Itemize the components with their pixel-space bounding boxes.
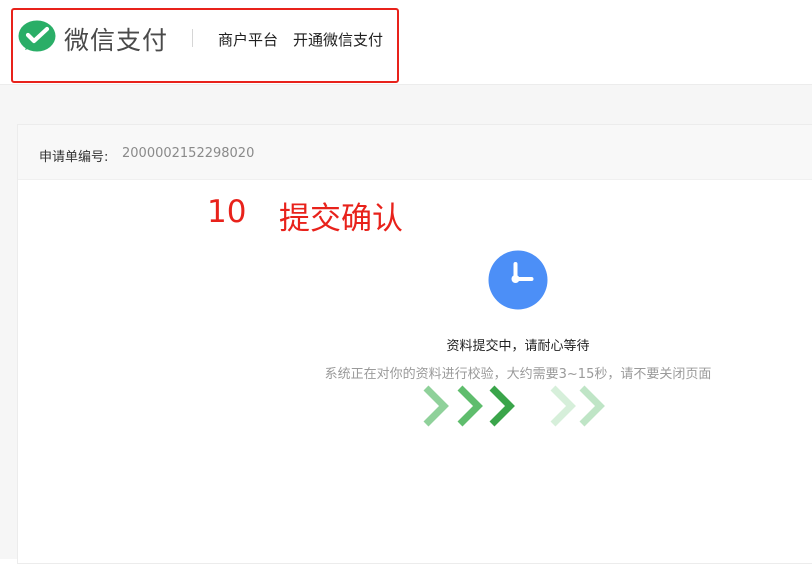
annotation-step-title: 提交确认 — [279, 201, 403, 237]
loading-arrow-5 — [579, 385, 605, 427]
order-number-value: 2000002152298020 — [122, 146, 255, 161]
loading-arrow-3 — [489, 385, 515, 427]
status-description: 系统正在对你的资料进行校验，大约需要3~15秒，请不要关闭页面 — [324, 367, 712, 382]
clock-icon — [488, 250, 548, 310]
card-header: 申请单编号: 2000002152298020 — [18, 125, 812, 180]
annotation-step-number: 10 — [207, 194, 247, 230]
loading-arrow-2 — [457, 385, 483, 427]
loading-arrow-1 — [423, 385, 449, 427]
annotation-highlight-box — [11, 8, 399, 83]
loading-arrow-4 — [550, 385, 576, 427]
loading-arrows — [423, 385, 605, 427]
status-title: 资料提交中，请耐心等待 — [446, 339, 590, 354]
order-number-label: 申请单编号: — [39, 150, 109, 165]
